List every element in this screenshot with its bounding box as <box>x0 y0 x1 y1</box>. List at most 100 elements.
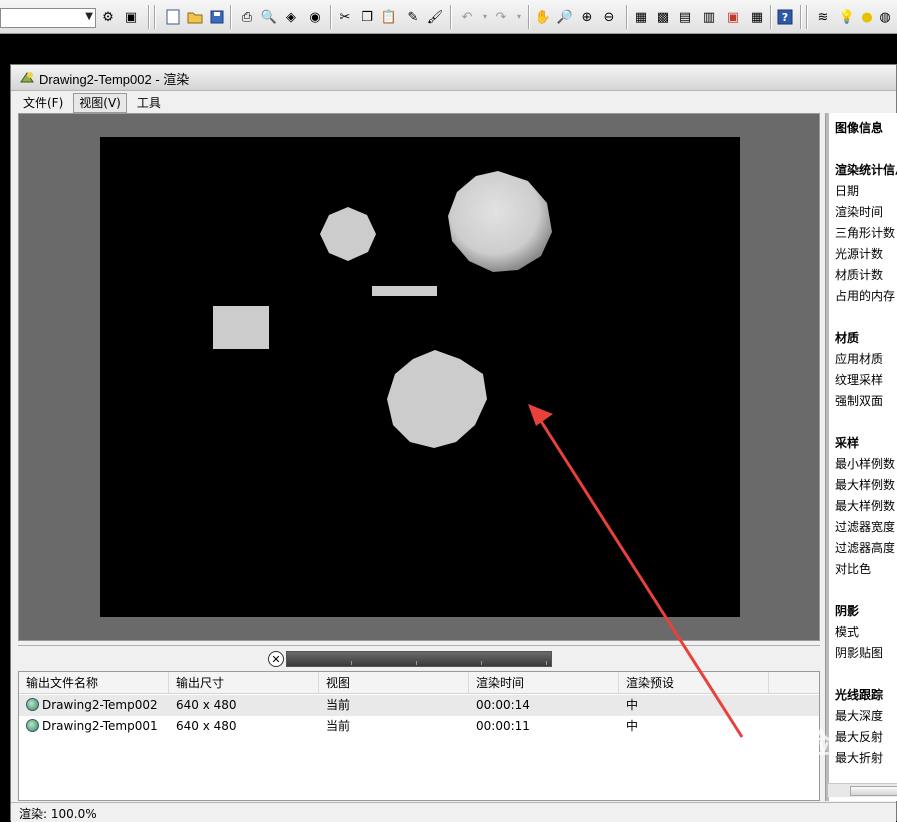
flat-bar <box>372 286 437 296</box>
toolbar-separator <box>154 5 156 29</box>
col-output-name[interactable]: 输出文件名称 <box>19 672 169 694</box>
render-app-icon <box>20 72 34 83</box>
zoom-previous-icon[interactable]: ⊖ <box>600 8 618 26</box>
sampling-item: 最大样例数 <box>835 478 896 492</box>
stat-item: 材质计数 <box>835 268 884 282</box>
watermark-brand: Baidu经验 <box>690 728 831 759</box>
properties-icon[interactable]: ▦ <box>632 8 650 26</box>
title-bar: Drawing2-Temp002 - 渲染 <box>11 65 896 91</box>
toolbar-separator <box>450 5 452 29</box>
box <box>213 306 269 349</box>
app-toolbar: ▼ ⚙ ▣ ⎙ 🔍 ◈ ◉ ✂ ❐ 📋 ✎ 🖌 ↶ ▾ ↷ ▾ ✋ 🔎 ⊕ ⊖ … <box>0 0 897 34</box>
row-time: 00:00:14 <box>476 698 530 712</box>
rendered-scene <box>213 171 552 448</box>
save-icon[interactable] <box>208 8 226 26</box>
cut-icon[interactable]: ✂ <box>336 8 354 26</box>
panel-splitter[interactable] <box>826 113 829 801</box>
menu-tools[interactable]: 工具 <box>131 93 167 113</box>
image-info-panel: 图像信息 渲染统计信息 日期 渲染时间 三角形计数 光源计数 材质计数 占用的内… <box>825 113 897 801</box>
progress-strip: ✕ <box>18 645 820 671</box>
paste-icon[interactable]: 📋 <box>380 8 398 26</box>
sampling-item: 对比色 <box>835 562 872 576</box>
col-view[interactable]: 视图 <box>319 672 469 694</box>
col-render-time[interactable]: 渲染时间 <box>469 672 619 694</box>
brush-icon[interactable]: ✎ <box>404 8 422 26</box>
toolbar-separator <box>800 5 802 29</box>
layer-icon[interactable]: ≋ <box>814 8 832 26</box>
layer-state-icon[interactable]: ◍ <box>876 8 894 26</box>
row-preset: 中 <box>626 698 639 712</box>
render-status: 渲染: 100.0% <box>19 807 97 821</box>
zoom-window-icon[interactable]: ⊕ <box>578 8 596 26</box>
history-header: 输出文件名称 输出尺寸 视图 渲染时间 渲染预设 <box>19 672 819 694</box>
svg-text:?: ? <box>782 11 788 24</box>
render-region-icon[interactable]: ⚙ <box>99 8 117 26</box>
undo-icon[interactable]: ↶ <box>458 8 476 26</box>
col-render-preset[interactable]: 渲染预设 <box>619 672 769 694</box>
stats-heading: 渲染统计信息 <box>835 163 897 177</box>
watermark: Baidu经验 jingyan.baidu.com <box>690 722 890 802</box>
menu-file[interactable]: 文件(F) <box>17 93 69 113</box>
table-row[interactable]: Drawing2-Temp002 640 x 480 当前 00:00:14 中 <box>19 695 819 716</box>
stat-item: 三角形计数 <box>835 226 896 240</box>
render-icon[interactable]: ▣ <box>122 8 140 26</box>
row-size: 640 x 480 <box>176 698 237 712</box>
open-icon[interactable] <box>186 8 204 26</box>
markup-icon[interactable]: ▣ <box>724 8 742 26</box>
row-name: Drawing2-Temp002 <box>42 698 158 712</box>
print-icon[interactable]: ⎙ <box>238 8 256 26</box>
row-view: 当前 <box>326 719 351 733</box>
calculator-icon[interactable]: ▦ <box>748 8 766 26</box>
cancel-render-button[interactable]: ✕ <box>268 651 284 667</box>
sampling-item: 最小样例数 <box>835 457 896 471</box>
render-file-icon <box>26 719 39 732</box>
status-bar: 渲染: 100.0% <box>11 802 896 822</box>
stat-item: 日期 <box>835 184 860 198</box>
publish-icon[interactable]: ◈ <box>282 8 300 26</box>
row-size: 640 x 480 <box>176 719 237 733</box>
render-canvas[interactable] <box>100 137 740 617</box>
watermark-url: jingyan.baidu.com <box>690 766 796 778</box>
preview-icon[interactable]: 🔍 <box>260 8 278 26</box>
new-icon[interactable] <box>164 8 182 26</box>
small-sphere <box>320 207 376 261</box>
design-center-icon[interactable]: ▩ <box>654 8 672 26</box>
material-item: 应用材质 <box>835 352 884 366</box>
menu-view[interactable]: 视图(V) <box>73 93 127 113</box>
col-output-size[interactable]: 输出尺寸 <box>169 672 319 694</box>
toolbar-separator <box>330 5 332 29</box>
render-file-icon <box>26 698 39 711</box>
toolbar-separator <box>230 5 232 29</box>
light-bulb-icon[interactable]: 💡 <box>838 8 856 26</box>
pan-icon[interactable]: ✋ <box>534 8 552 26</box>
toolbar-separator <box>806 5 808 29</box>
help-icon[interactable]: ? <box>776 8 794 26</box>
material-item: 强制双面 <box>835 394 884 408</box>
match-properties-icon[interactable]: 🖌 <box>426 8 444 26</box>
layer-combo[interactable]: ▼ <box>0 8 96 28</box>
zoom-realtime-icon[interactable]: 🔎 <box>556 8 574 26</box>
render-window: Drawing2-Temp002 - 渲染 文件(F) 视图(V) 工具 ✕ 输… <box>10 64 897 822</box>
stat-item: 光源计数 <box>835 247 884 261</box>
stat-item: 渲染时间 <box>835 205 884 219</box>
globe-icon[interactable]: ◉ <box>306 8 324 26</box>
toolbar-separator <box>626 5 628 29</box>
shadow-item: 模式 <box>835 625 860 639</box>
material-item: 纹理采样 <box>835 373 884 387</box>
copy-icon[interactable]: ❐ <box>358 8 376 26</box>
menu-bar: 文件(F) 视图(V) 工具 <box>17 93 167 113</box>
shadow-item: 阴影贴图 <box>835 646 884 660</box>
materials-heading: 材质 <box>835 331 860 345</box>
large-sphere <box>448 171 552 272</box>
sampling-heading: 采样 <box>835 436 860 450</box>
sampling-item: 过滤器宽度 <box>835 520 896 534</box>
sheet-set-icon[interactable]: ▥ <box>700 8 718 26</box>
toolbar-separator <box>770 5 772 29</box>
redo-dropdown-icon[interactable]: ▾ <box>510 8 528 26</box>
sun-icon[interactable]: ● <box>858 8 876 26</box>
tool-palettes-icon[interactable]: ▤ <box>676 8 694 26</box>
toolbar-separator <box>528 5 530 29</box>
row-time: 00:00:11 <box>476 719 530 733</box>
redo-icon[interactable]: ↷ <box>492 8 510 26</box>
dropdown-arrow-icon[interactable]: ▼ <box>85 11 93 22</box>
